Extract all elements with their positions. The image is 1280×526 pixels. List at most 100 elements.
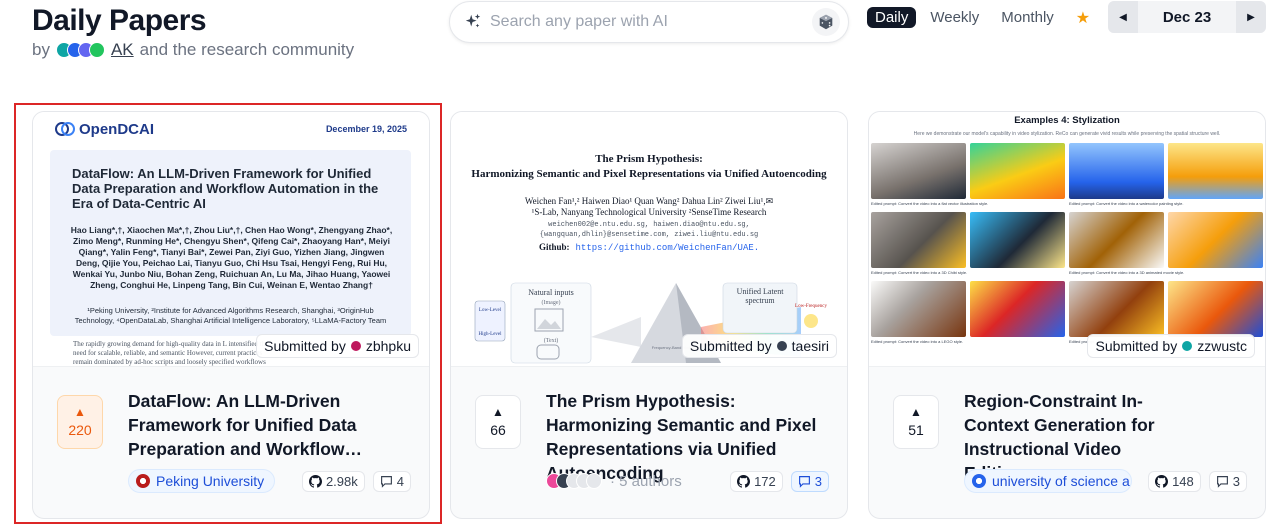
caret-right-icon: ▶ (1247, 11, 1255, 23)
comments-count[interactable]: 3 (790, 470, 829, 492)
example-grid: Edited prompt: Convert the video into a … (871, 143, 1263, 350)
period-weekly[interactable]: Weekly (922, 7, 987, 28)
example-frame (1168, 143, 1263, 199)
upvote-count: 51 (908, 422, 924, 438)
contributor-avatars (55, 42, 105, 58)
paper-meta: Peking University 2.98k 4 (128, 468, 411, 494)
paper-thumbnail[interactable]: Examples 4: Stylization Here we demonstr… (869, 112, 1265, 367)
svg-text:Natural inputs: Natural inputs (528, 288, 574, 297)
paper-thumbnail[interactable]: The Prism Hypothesis: Harmonizing Semant… (451, 112, 847, 367)
upvote-arrow-icon: ▲ (910, 405, 922, 419)
paper-meta: university of science a… 148 3 (964, 468, 1247, 494)
search-bar[interactable] (449, 1, 849, 43)
comment-icon (1216, 475, 1228, 488)
upvote-count: 220 (68, 422, 92, 438)
submitter-avatar (776, 341, 787, 351)
upvote-count: 66 (490, 422, 506, 438)
comments-count[interactable]: 4 (372, 470, 411, 492)
svg-text:(Image): (Image) (542, 299, 561, 306)
github-icon (737, 474, 751, 488)
opendcai-logo-icon (55, 122, 75, 136)
svg-text:High-Level: High-Level (478, 332, 502, 337)
svg-text:Low-Frequency: Low-Frequency (795, 304, 827, 309)
upvote-arrow-icon: ▲ (492, 405, 504, 419)
svg-text:Low-Level: Low-Level (479, 308, 502, 313)
submitted-by-badge[interactable]: Submitted by zzwustc (1087, 334, 1255, 358)
next-date-button[interactable]: ▶ (1236, 1, 1266, 33)
paper-date: December 19, 2025 (325, 124, 407, 134)
comments-count[interactable]: 3 (1208, 470, 1247, 492)
svg-text:Unified Latent: Unified Latent (737, 287, 785, 296)
submitted-by-badge[interactable]: Submitted by zbhpku (256, 334, 419, 358)
thumb-github-line: Github: https://github.com/WeichenFan/UAE… (539, 242, 760, 253)
github-stars[interactable]: 2.98k (301, 470, 365, 492)
period-selector: Daily Weekly Monthly ★ (867, 7, 1090, 28)
svg-text:(Text): (Text) (544, 337, 559, 344)
paper-card[interactable]: Examples 4: Stylization Here we demonstr… (868, 111, 1266, 519)
page-title: Daily Papers (32, 4, 207, 37)
opendcai-logo: OpenDCAI (55, 120, 154, 138)
period-monthly[interactable]: Monthly (993, 7, 1062, 28)
example-frame (1168, 212, 1263, 268)
thumb-affiliations: ¹Peking University, ²Institute for Advan… (74, 306, 387, 325)
sparkle-icon (465, 13, 481, 28)
example-frame (871, 143, 966, 199)
organization-badge[interactable]: Peking University (128, 469, 276, 493)
author-avatars[interactable] (546, 473, 602, 489)
search-input[interactable] (490, 13, 812, 31)
thumb-authors: Hao Liang*,†, Xiaochen Ma*,†, Zhou Liu*,… (70, 225, 393, 290)
thumb-title: DataFlow: An LLM-Driven Framework for Un… (72, 166, 379, 211)
star-icon[interactable]: ★ (1076, 8, 1090, 28)
github-icon (1155, 474, 1169, 488)
paper-meta: · 5 authors 172 3 (546, 468, 829, 494)
thumb-title: The Prism Hypothesis: Harmonizing Semant… (471, 153, 827, 180)
submitted-by-badge[interactable]: Submitted by taesiri (681, 334, 837, 358)
example-frame (970, 281, 1065, 337)
comment-icon (798, 475, 810, 488)
organization-badge[interactable]: university of science a… (964, 469, 1133, 493)
thumb-heading: Examples 4: Stylization (1014, 115, 1120, 126)
paper-title[interactable]: DataFlow: An LLM-Driven Framework for Un… (128, 389, 398, 461)
paper-header-box: DataFlow: An LLM-Driven Framework for Un… (50, 150, 411, 336)
university-logo-icon (136, 474, 150, 488)
upvote-button[interactable]: ▲ 220 (57, 395, 103, 449)
submitter-avatar (1182, 341, 1193, 351)
period-daily[interactable]: Daily (867, 7, 917, 28)
paper-thumbnail[interactable]: OpenDCAI December 19, 2025 DataFlow: An … (33, 112, 429, 367)
example-frame (1069, 212, 1164, 268)
submitter-avatar (350, 341, 361, 351)
example-frame (871, 281, 966, 337)
submitter-name: taesiri (791, 338, 829, 354)
svg-text:spectrum: spectrum (745, 296, 775, 305)
thumb-subheading: Here we demonstrate our model's capabili… (913, 131, 1221, 137)
thumb-emails: weichen002@e.ntu.edu.sg, haiwen.diao@ntu… (539, 221, 759, 239)
submitter-name: zbhpku (365, 338, 411, 354)
paper-card[interactable]: The Prism Hypothesis: Harmonizing Semant… (450, 111, 848, 519)
current-date[interactable]: Dec 23 (1138, 9, 1236, 26)
previous-date-button[interactable]: ◀ (1108, 1, 1138, 33)
byline: by AK and the research community (32, 40, 354, 60)
example-frame (871, 212, 966, 268)
byline-suffix: and the research community (139, 40, 355, 59)
example-frame (1069, 281, 1164, 337)
comment-icon (380, 475, 392, 488)
byline-prefix: by (32, 40, 50, 59)
github-icon (308, 474, 322, 488)
dice-icon (819, 14, 833, 30)
upvote-arrow-icon: ▲ (74, 405, 86, 419)
upvote-button[interactable]: ▲ 51 (893, 395, 939, 449)
example-frame (970, 212, 1065, 268)
thumb-authors: Weichen Fan¹,² Haiwen Diao¹ Quan Wang² D… (524, 196, 774, 217)
github-stars[interactable]: 148 (1148, 470, 1201, 492)
author-count[interactable]: · 5 authors (610, 473, 682, 490)
ak-link[interactable]: AK (111, 40, 134, 60)
example-frame (1069, 143, 1164, 199)
thumb-abstract: The rapidly growing demand for high-qual… (73, 340, 269, 366)
github-stars[interactable]: 172 (730, 470, 783, 492)
random-paper-button[interactable] (812, 8, 840, 36)
university-logo-icon (972, 474, 986, 488)
example-frame (970, 143, 1065, 199)
upvote-button[interactable]: ▲ 66 (475, 395, 521, 449)
submitter-name: zzwustc (1197, 338, 1247, 354)
paper-card[interactable]: OpenDCAI December 19, 2025 DataFlow: An … (32, 111, 430, 519)
